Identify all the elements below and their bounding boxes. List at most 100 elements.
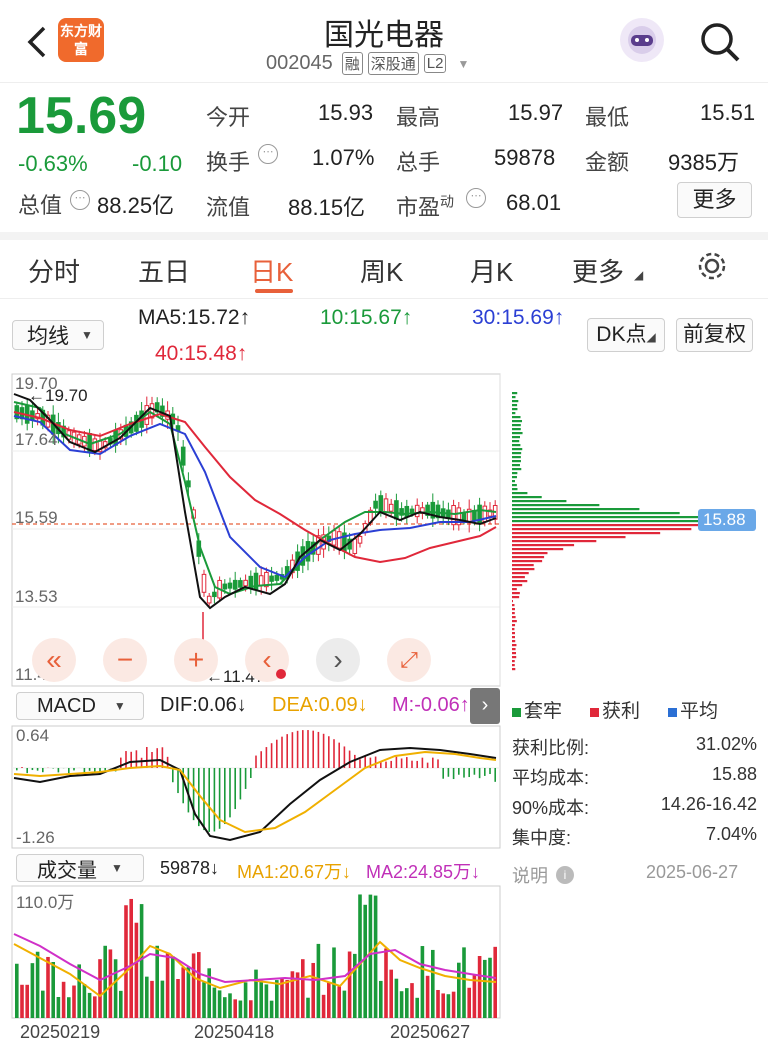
date-label: 20250627 [390,1022,471,1042]
volume-bar [93,996,97,1018]
volume-bar [124,905,128,1018]
chip-note[interactable]: 说明 i [512,862,574,888]
chip-bar [512,580,528,583]
volume-selector-label: 成交量 [37,859,97,882]
collapse-panel-button[interactable]: › [470,688,500,724]
tab-more[interactable]: 更多 [572,252,624,289]
volume-bar [228,993,232,1018]
settings-gear-icon[interactable] [696,250,728,282]
date-label: 20250418 [194,1022,275,1042]
chip-row-label: 集中度: [512,828,572,848]
chip-row-label: 获利比例: [512,738,590,758]
macd-bar [172,768,174,783]
chip-bar [512,472,518,475]
tab-weekly-k[interactable]: 周K [360,252,403,289]
candle-body [352,538,358,554]
chip-bar [512,448,523,451]
scroll-left-fast-button[interactable]: « [32,638,76,682]
chip-bar [512,512,680,515]
chip-bar [512,656,517,659]
chip-bar [512,640,516,643]
candle-body [383,498,389,513]
tab-monthly-k[interactable]: 月K [470,252,513,289]
volume-bar [285,979,289,1018]
info-icon[interactable]: ⋯ [70,190,90,210]
volume-bar [415,997,419,1018]
chip-bar [512,632,515,635]
macd-bar [338,742,340,768]
fullscreen-button[interactable]: ⤢ [387,638,431,682]
info-icon[interactable]: ⋯ [258,144,278,164]
scroll-right-button[interactable]: › [316,638,360,682]
macd-bar [447,768,450,777]
ma5-value: MA5:15.72↑ [138,306,251,329]
volume-bar [321,994,326,1018]
candle-body [212,591,217,598]
volume-bar [160,980,165,1018]
chip-bar [512,548,564,551]
tab-5day[interactable]: 五日 [138,252,190,289]
macd-bar [224,768,226,825]
divider [0,82,768,83]
chip-bar [512,528,692,531]
macd-bar [390,760,392,768]
high-mark-value: 19.70 [45,386,88,405]
chip-row-value: 31.02% [695,734,757,754]
macd-bar [458,768,460,775]
macd-top-label: 0.64 [16,726,50,745]
macd-bar [296,730,299,768]
tab-intraday[interactable]: 分时 [28,252,80,289]
volume-bar [342,990,347,1018]
current-price-tag: 15.88 [703,510,746,529]
volume-bar [249,1000,253,1018]
more-button[interactable]: 更多 [677,182,752,218]
chip-bar [512,412,516,415]
macd-bar [322,733,325,768]
macd-bar [406,757,408,768]
volume-bar [113,959,118,1018]
macd-bar [26,768,28,774]
legend-average: 平均 [668,696,718,723]
macd-bar [42,768,44,773]
float-label: 流值 [206,195,251,220]
ma-selector[interactable]: 均线 ▼ [12,320,104,350]
macd-bottom-label: -1.26 [16,828,55,847]
zoom-out-button[interactable]: − [103,638,147,682]
volume-bar [373,895,378,1018]
robot-avatar-icon[interactable] [620,18,664,62]
chip-note-label: 说明 [512,866,548,886]
adjust-button[interactable]: 前复权 [676,318,753,352]
volume-bar [108,949,113,1018]
info-icon[interactable]: ⋯ [466,188,486,208]
macd-bar [68,768,70,774]
candle-body [461,512,467,521]
macd-bar [364,756,366,768]
macd-bar [442,768,444,779]
open-value: 15.93 [318,100,374,125]
candle-body [394,500,399,520]
candle-body [232,579,238,590]
chip-bar [512,436,520,439]
volume-bar [301,959,305,1018]
chip-row-value: 7.04% [705,824,757,844]
tag-l2: L2 [423,54,447,73]
volume-bar [436,989,440,1018]
low-value: 15.51 [700,100,756,125]
volume-selector[interactable]: 成交量 ▼ [16,854,144,882]
chip-legend: 套牢 获利 平均 [512,696,718,723]
stock-code: 002045 [266,52,333,74]
tab-daily-k[interactable]: 日K [250,252,293,289]
volume-bar [145,976,149,1018]
macd-bar [244,768,247,789]
macd-bar [260,751,262,768]
chevron-down-icon[interactable]: ▼ [457,57,469,71]
volume-bar [389,969,393,1018]
zoom-in-button[interactable]: + [174,638,218,682]
search-icon[interactable] [698,20,742,64]
dk-point-button[interactable]: DK点◢ [587,318,665,352]
macd-chart [11,725,501,849]
chip-row: 获利比例: 31.02% [512,734,757,764]
macd-selector[interactable]: MACD ▼ [16,692,144,720]
volume-bar [254,969,258,1018]
chip-bar [512,664,515,667]
